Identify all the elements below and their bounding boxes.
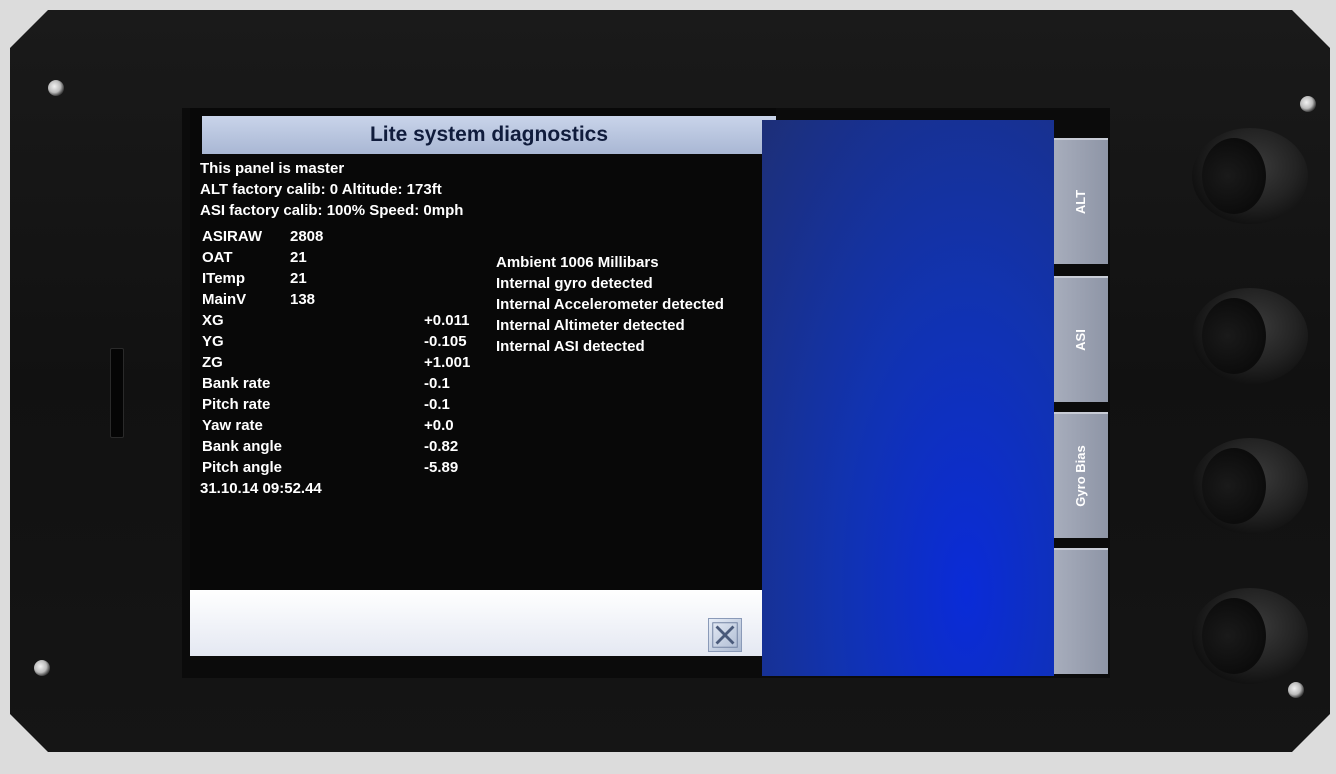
panel-title: Lite system diagnostics (202, 116, 776, 154)
info-line: ASI factory calib: 100% Speed: 0mph (200, 202, 464, 219)
mounting-hole-bottom-left (34, 660, 50, 676)
reading-value: -0.105 (424, 333, 467, 350)
reading-label: XG (202, 312, 224, 329)
mounting-hole-top-right (1300, 96, 1316, 112)
display-screen: Lite system diagnostics This panel is ma… (182, 108, 1110, 678)
reading-value: 2808 (290, 228, 324, 245)
status-line: Internal Altimeter detected (496, 317, 685, 334)
reading-value: +1.001 (424, 354, 471, 371)
timestamp: 31.10.14 09:52.44 (200, 480, 322, 497)
close-button[interactable] (708, 618, 742, 652)
close-icon (712, 622, 738, 648)
softkey-gyro-bias[interactable]: Gyro Bias (1054, 412, 1108, 538)
mounting-hole-bottom-right (1288, 682, 1304, 698)
status-line: Internal Accelerometer detected (496, 296, 724, 313)
reading-label: YG (202, 333, 224, 350)
display-blue-area (762, 120, 1054, 676)
reading-value: +0.0 (424, 417, 454, 434)
reading-label: Bank angle (202, 438, 283, 455)
softkey-column: ALT ASI Gyro Bias (1054, 138, 1110, 678)
reading-label: Pitch angle (202, 459, 283, 476)
rotary-knob-1[interactable] (1192, 128, 1308, 224)
softkey-empty[interactable] (1054, 548, 1108, 674)
reading-value: +0.011 (424, 312, 470, 329)
info-line: This panel is master (200, 160, 345, 177)
reading-label: OAT (202, 249, 233, 266)
status-line: Ambient 1006 Millibars (496, 254, 659, 271)
info-line: ALT factory calib: 0 Altitude: 173ft (200, 181, 442, 198)
reading-value: 138 (290, 291, 316, 308)
reading-label: ASIRAW (202, 228, 262, 245)
softkey-asi[interactable]: ASI (1054, 276, 1108, 402)
reading-value: -0.1 (424, 396, 450, 413)
footer-bar (190, 590, 762, 656)
reading-value: 21 (290, 249, 307, 266)
reading-label: MainV (202, 291, 247, 308)
rotary-knob-2[interactable] (1192, 288, 1308, 384)
reading-value: -0.1 (424, 375, 450, 392)
reading-label: Bank rate (202, 375, 271, 392)
rotary-knob-3[interactable] (1192, 438, 1308, 534)
reading-label: Pitch rate (202, 396, 271, 413)
reading-value: -5.89 (424, 459, 459, 476)
reading-value: -0.82 (424, 438, 459, 455)
rotary-knob-4[interactable] (1192, 588, 1308, 684)
reading-value: 21 (290, 270, 307, 287)
status-line: Internal gyro detected (496, 275, 653, 292)
sensor-status-list: Ambient 1006 Millibars Internal gyro det… (496, 252, 724, 357)
status-line: Internal ASI detected (496, 338, 645, 355)
reading-label: ZG (202, 354, 223, 371)
softkey-alt[interactable]: ALT (1054, 138, 1108, 264)
info-lines: This panel is master ALT factory calib: … (200, 158, 760, 221)
mounting-hole-top-left (48, 80, 64, 96)
reading-label: ITemp (202, 270, 246, 287)
sd-card-slot (110, 348, 124, 438)
reading-label: Yaw rate (202, 417, 263, 434)
